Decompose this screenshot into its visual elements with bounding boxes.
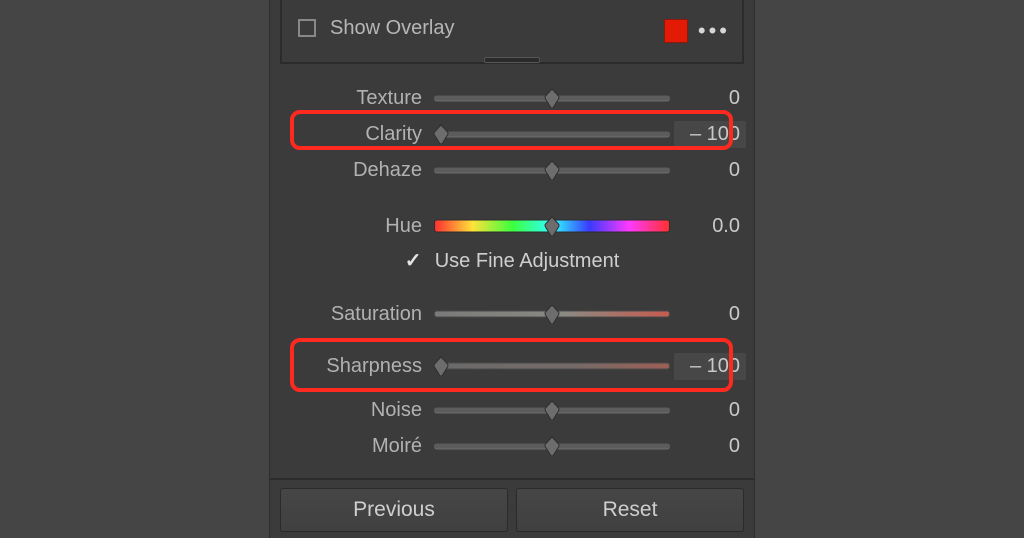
texture-slider[interactable] (434, 90, 670, 106)
footer-bar: Previous Reset (270, 478, 754, 538)
noise-label: Noise (270, 399, 434, 422)
overlay-header: Show Overlay ••• (280, 0, 744, 64)
show-overlay-checkbox[interactable] (298, 19, 316, 37)
noise-row: Noise 0 (270, 390, 754, 430)
noise-value[interactable]: 0 (670, 399, 746, 422)
clarity-row: Clarity – 100 (270, 114, 754, 154)
fine-adjustment-row: Use Fine Adjustment (270, 246, 754, 276)
overlay-color-swatch[interactable] (664, 19, 688, 43)
show-overlay-label: Show Overlay (330, 17, 455, 40)
adjustments-panel: Show Overlay ••• Texture 0 (269, 0, 755, 538)
texture-thumb-icon[interactable] (544, 88, 561, 108)
sharpness-slider[interactable] (434, 358, 670, 374)
moire-label: Moiré (270, 435, 434, 458)
saturation-slider[interactable] (434, 306, 670, 322)
previous-button[interactable]: Previous (280, 488, 508, 532)
saturation-label: Saturation (270, 303, 434, 326)
noise-thumb-icon[interactable] (544, 400, 561, 420)
moire-value[interactable]: 0 (670, 435, 746, 458)
clarity-thumb-icon[interactable] (433, 124, 450, 144)
dehaze-thumb-icon[interactable] (544, 160, 561, 180)
dehaze-slider[interactable] (434, 162, 670, 178)
fine-adjustment-checkbox[interactable] (405, 251, 425, 271)
hue-label: Hue (270, 215, 434, 238)
clarity-value[interactable]: – 100 (674, 121, 746, 148)
dehaze-row: Dehaze 0 (270, 150, 754, 190)
moire-slider[interactable] (434, 438, 670, 454)
fine-adjustment-label: Use Fine Adjustment (435, 250, 620, 273)
saturation-row: Saturation 0 (270, 294, 754, 334)
more-options-icon[interactable]: ••• (698, 18, 730, 44)
sharpness-thumb-icon[interactable] (433, 356, 450, 376)
clarity-label: Clarity (270, 123, 434, 146)
texture-row: Texture 0 (270, 78, 754, 118)
reset-button[interactable]: Reset (516, 488, 744, 532)
saturation-thumb-icon[interactable] (544, 304, 561, 324)
dehaze-value[interactable]: 0 (670, 159, 746, 182)
dehaze-label: Dehaze (270, 159, 434, 182)
texture-label: Texture (270, 87, 434, 110)
clarity-slider[interactable] (434, 126, 670, 142)
noise-slider[interactable] (434, 402, 670, 418)
sliders-area: Texture 0 Clarity – 100 (270, 78, 754, 538)
panel-grip-icon[interactable] (484, 57, 540, 63)
moire-row: Moiré 0 (270, 426, 754, 466)
hue-slider[interactable] (434, 218, 670, 234)
sharpness-label: Sharpness (270, 355, 434, 378)
texture-value[interactable]: 0 (670, 87, 746, 110)
moire-thumb-icon[interactable] (544, 436, 561, 456)
hue-row: Hue 0.0 (270, 206, 754, 246)
hue-thumb-icon[interactable] (544, 216, 561, 236)
saturation-value[interactable]: 0 (670, 303, 746, 326)
sharpness-value[interactable]: – 100 (674, 353, 746, 380)
sharpness-row: Sharpness – 100 (270, 346, 754, 386)
hue-value[interactable]: 0.0 (670, 215, 746, 238)
